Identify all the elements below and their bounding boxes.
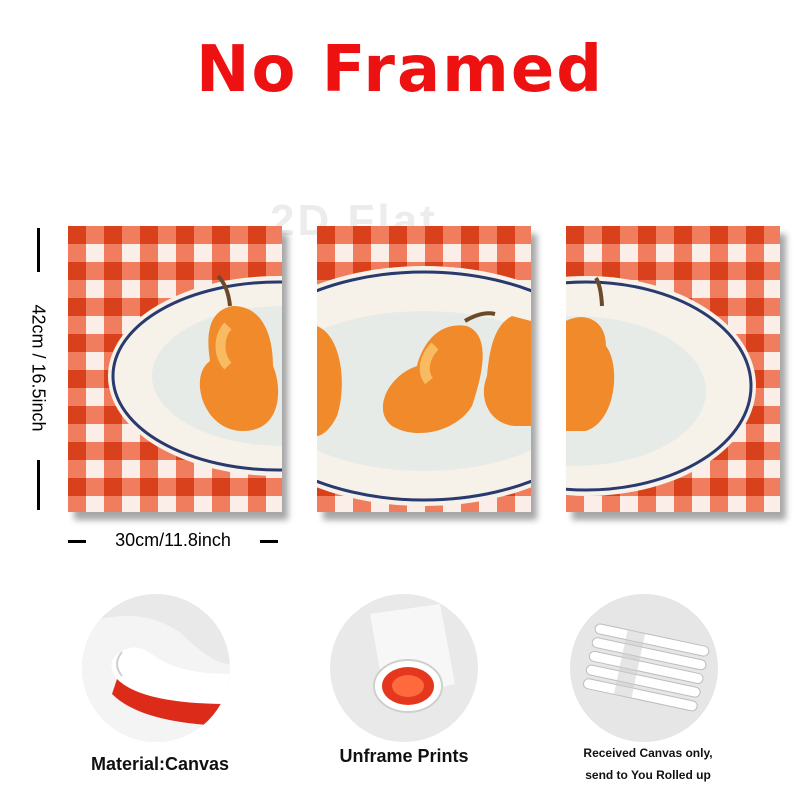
height-label: 42cm / 16.5inch [28, 304, 49, 432]
width-dimension: 30cm/11.8inch [68, 528, 282, 554]
caption-material: Material:Canvas [90, 754, 230, 774]
caption-unframe-prints: Unframe Prints [339, 746, 469, 766]
width-label: 30cm/11.8inch [115, 530, 231, 550]
canvas-panel-left [68, 226, 282, 512]
title-no-framed: No Framed [195, 33, 605, 107]
dimension-line-right [260, 540, 278, 543]
caption-line-1: Received Canvas only, [583, 746, 713, 760]
canvas-roll-corner-image [82, 594, 230, 742]
pear-painting-right [566, 226, 780, 512]
caption-received-rolled: Received Canvas only, send to You Rolled… [548, 742, 748, 786]
pear-painting-middle [317, 226, 531, 512]
caption-line-2: send to You Rolled up [585, 768, 711, 782]
dimension-line-bottom [37, 460, 40, 510]
dimension-line-top [37, 228, 40, 272]
height-dimension: 42cm / 16.5inch [8, 228, 68, 510]
rolled-canvas-tube-image [330, 594, 478, 742]
pear-painting-left [68, 226, 282, 512]
packaged-rolls-image [570, 594, 718, 742]
canvas-panel-middle [317, 226, 531, 512]
canvas-panel-right [566, 226, 780, 512]
